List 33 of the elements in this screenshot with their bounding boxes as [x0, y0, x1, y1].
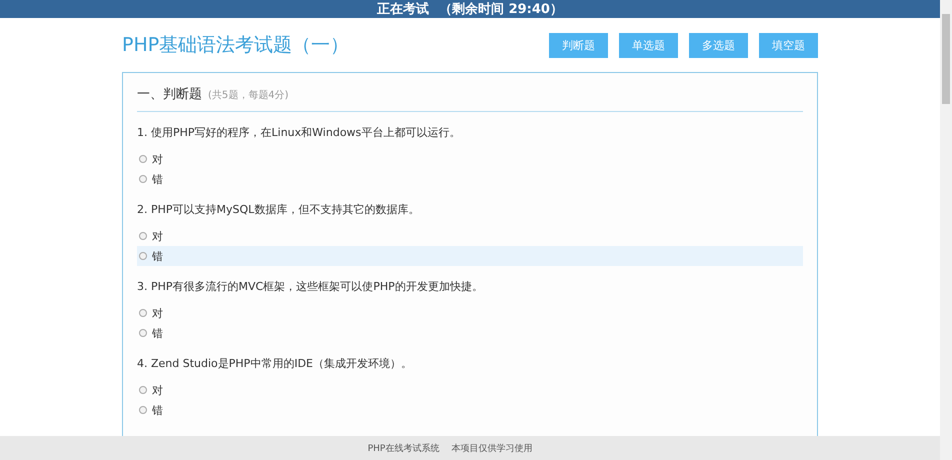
radio-button[interactable]: [139, 309, 147, 317]
question-type-button[interactable]: 判断题: [549, 32, 608, 58]
question-type-button[interactable]: 填空题: [759, 32, 818, 58]
radio-button[interactable]: [139, 252, 147, 260]
radio-button[interactable]: [139, 155, 147, 163]
radio-button[interactable]: [139, 232, 147, 240]
question-text: 2. PHP可以支持MySQL数据库，但不支持其它的数据库。: [137, 202, 420, 218]
question-text: 3. PHP有很多流行的MVC框架，这些框架可以使PHP的开发更加快捷。: [137, 279, 484, 295]
option-label: 对: [152, 306, 163, 320]
option-label: 对: [152, 152, 163, 166]
question-type-button[interactable]: 多选题: [689, 32, 748, 58]
radio-button[interactable]: [139, 329, 147, 337]
radio-button[interactable]: [139, 386, 147, 394]
option-label: 错: [152, 402, 163, 418]
section-title: 一、判断题: [137, 86, 202, 103]
option-label: 对: [152, 382, 163, 398]
option-label: 错: [152, 248, 163, 264]
option-label: 错: [152, 326, 163, 340]
option-row-highlight[interactable]: 错: [137, 246, 803, 266]
question-text: 4. Zend Studio是PHP中常用的IDE（集成开发环境）。: [137, 356, 413, 372]
question-type-button[interactable]: 单选题: [619, 32, 678, 58]
remaining-time: （剩余时间 29:40）: [439, 1, 563, 18]
option-label: 对: [152, 228, 163, 244]
footer-text: 本项目仅供学习使用: [451, 442, 532, 454]
section-note: (共5题，每题4分): [208, 88, 289, 102]
footer-text: PHP在线考试系统: [368, 442, 440, 454]
exam-title: PHP基础语法考试题（一）: [122, 33, 350, 58]
exam-status: 正在考试: [377, 1, 430, 18]
radio-button[interactable]: [139, 406, 147, 414]
option-label: 错: [152, 172, 163, 186]
scrollbar[interactable]: [940, 0, 952, 460]
radio-button[interactable]: [139, 175, 147, 183]
question-text: 1. 使用PHP写好的程序，在Linux和Windows平台上都可以运行。: [137, 125, 462, 141]
